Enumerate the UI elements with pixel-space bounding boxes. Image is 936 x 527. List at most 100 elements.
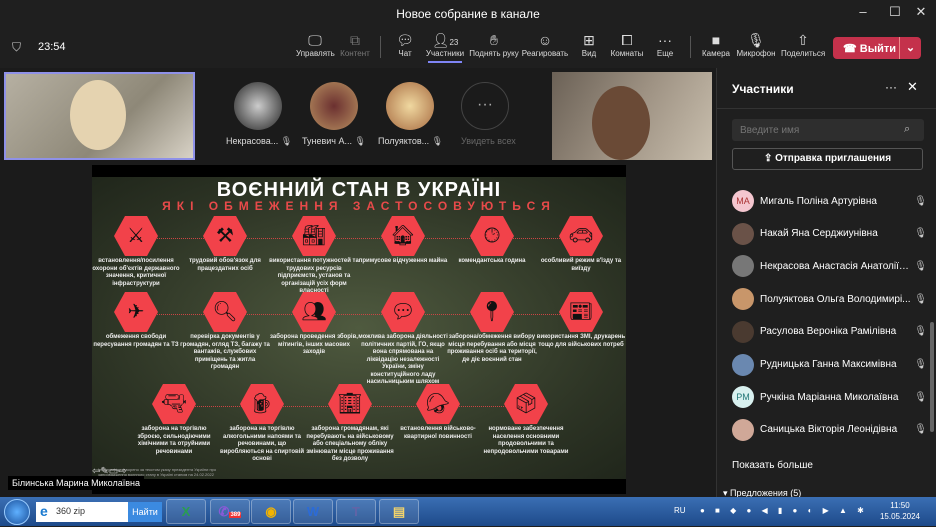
see-all-button[interactable]: ··· (461, 82, 509, 130)
mic-off-icon[interactable]: 🎙︎ (911, 359, 927, 370)
content-button[interactable]: ⧉ Контент (338, 31, 372, 58)
mic-off-icon[interactable]: 🎙︎ (911, 294, 927, 305)
react-button[interactable]: ☺ Реагировать (521, 31, 569, 58)
raise-hand-button[interactable]: ✋︎ Поднять руку (469, 31, 519, 58)
send-invite-button[interactable]: ⇪ Отправка приглашения (732, 148, 923, 170)
avatar[interactable] (310, 82, 358, 130)
grid-icon: ⊞ (583, 32, 595, 48)
restriction-icon: 🏭︎ (292, 216, 336, 256)
close-window-button[interactable]: ✕ (906, 4, 936, 20)
presenter-name: Білинська Марина Миколаївна (8, 476, 144, 490)
title-bar: Новое собрание в канале – ☐ ✕ (0, 0, 936, 28)
participant-name: Ручкіна Маріанна Миколаївна (760, 391, 899, 403)
show-more-link[interactable]: Показать больше (732, 460, 813, 471)
chrome-icon[interactable]: ◉ (251, 499, 291, 524)
restriction-icon: 🪖︎ (416, 384, 460, 424)
mic-off-icon[interactable]: 🎙︎ (911, 424, 927, 435)
mic-off-icon[interactable]: 🎙︎ (911, 228, 927, 239)
mic-off-icon[interactable]: 🎙︎ (911, 326, 927, 337)
share-label: Поделиться (781, 49, 826, 58)
mic-off-icon: 🎙︎ (431, 136, 444, 146)
gallery-person: Туневич А... 🎙︎ (302, 136, 366, 147)
manage-button[interactable]: 🖵 Управлять (296, 31, 335, 58)
participant-name: Некрасова Анастасія Анатоліївна (760, 260, 911, 272)
view-button[interactable]: ⊞ Вид (578, 31, 600, 58)
close-icon[interactable]: ✕ (907, 79, 918, 95)
restriction-item: ✈ обмеження свободи пересування громадян … (91, 292, 181, 349)
restriction-icon: 🕑︎ (470, 216, 514, 256)
clock[interactable]: 11:50 15.05.2024 (870, 500, 930, 522)
share-icon: ⇪ (763, 153, 776, 164)
mic-off-icon[interactable]: 🎙︎ (911, 392, 927, 403)
shared-content: ВОЄННИЙ СТАН В УКРАЇНІ ЯКІ ОБМЕЖЕННЯ ЗАС… (92, 165, 626, 494)
gallery-person: Некрасова... 🎙︎ (226, 136, 292, 147)
start-button[interactable] (4, 499, 30, 525)
participant-row[interactable]: Рудницька Ганна Максимівна 🎙︎ (732, 353, 927, 377)
meeting-stage: Некрасова... 🎙︎ Туневич А... 🎙︎ Полуякто… (0, 68, 716, 497)
avatar (732, 418, 754, 441)
restriction-text: використання потужностей та трудових рес… (269, 258, 359, 294)
avatar: РМ (732, 386, 754, 409)
taskbar-search[interactable]: e 360 zip (36, 502, 128, 522)
content-icon: ⧉ (350, 32, 360, 48)
infographic: ВОЄННИЙ СТАН В УКРАЇНІ ЯКІ ОБМЕЖЕННЯ ЗАС… (91, 177, 626, 482)
restriction-item: 🔫︎ заборона на торгівлю зброєю, сильнодію… (129, 384, 219, 456)
restriction-icon: 👥︎ (292, 292, 336, 332)
mic-off-icon[interactable]: 🎙︎ (911, 196, 927, 207)
find-button[interactable]: Найти (128, 502, 162, 522)
restriction-text: використання ЗМІ, друкарень тощо для вій… (536, 334, 626, 348)
participant-row[interactable]: Саницька Вікторія Леонідівна 🎙︎ (732, 418, 927, 442)
participant-row[interactable]: МА Мигаль Поліна Артурівна 🎙︎ (732, 189, 927, 213)
restriction-text: обмеження свободи пересування громадян т… (93, 334, 179, 348)
word-icon[interactable]: W (293, 499, 333, 524)
more-options-icon[interactable]: ··· (885, 80, 897, 94)
restriction-text: перевірка документів у громадян, огляд Т… (180, 334, 270, 370)
participant-name: Мигаль Поліна Артурівна (760, 195, 877, 207)
explorer-icon[interactable]: ▤ (379, 499, 419, 524)
avatar[interactable] (386, 82, 434, 130)
participants-button[interactable]: 👤︎23 Участники (424, 31, 466, 63)
leave-button[interactable]: ☎ Выйти ⌄ (833, 37, 921, 59)
language-indicator[interactable]: RU (674, 506, 686, 515)
participant-name: Саницька Вікторія Леонідівна (760, 424, 898, 436)
mic-off-icon: 🎙︎ (354, 136, 366, 146)
raise-hand-label: Поднять руку (469, 49, 519, 58)
participant-row[interactable]: РМ Ручкіна Маріанна Миколаївна 🎙︎ (732, 385, 927, 409)
restriction-icon: 💬︎ (381, 292, 425, 332)
minimize-button[interactable]: – (848, 4, 878, 19)
viber-icon[interactable]: ✆389 (210, 499, 250, 524)
see-all-label[interactable]: Увидеть всех (461, 136, 516, 146)
rooms-button[interactable]: ⧠ Комнаты (610, 31, 644, 58)
restriction-item: 🕑︎ комендантська година (447, 216, 537, 266)
participant-row[interactable]: Полуяктова Ольга Володимирі... 🎙︎ (732, 287, 927, 311)
share-icon: ⇧ (797, 32, 809, 48)
taskbar: e 360 zip Найти X ✆389 ◉ W T ▤ RU ● ■ ◆ ●… (0, 497, 936, 526)
chevron-down-icon[interactable]: ⌄ (899, 37, 921, 59)
view-label: Вид (581, 49, 597, 58)
participant-row[interactable]: Накай Яна Серджиунівна 🎙︎ (732, 222, 927, 246)
excel-icon[interactable]: X (166, 499, 206, 524)
more-button[interactable]: ··· Еще (654, 31, 676, 58)
participant-row[interactable]: Расулова Вероніка Рамілівна 🎙︎ (732, 320, 927, 344)
ellipsis-icon: ··· (477, 96, 493, 113)
camera-button[interactable]: ■ Камера (702, 31, 730, 58)
tray-icons[interactable]: ● ■ ◆ ● ◀ ▮ ● ◐ ▶ ▲ ✱ (700, 506, 868, 515)
restriction-item: 🔍︎ перевірка документів у громадян, огляд… (180, 292, 270, 372)
restriction-item: 💬︎ можлива заборона діяльності політичних… (358, 292, 448, 387)
video-tile-self[interactable] (4, 72, 195, 160)
share-button[interactable]: ⇧ Поделиться (781, 31, 825, 58)
participant-row[interactable]: Некрасова Анастасія Анатоліївна 🎙︎ (732, 254, 927, 278)
restriction-item: 📰︎ використання ЗМІ, друкарень тощо для в… (536, 292, 626, 349)
microphone-button[interactable]: 🎙︎ Микрофон (736, 31, 776, 58)
restriction-text: заборона/обмеження вибору місця перебува… (447, 334, 537, 363)
scrollbar[interactable] (930, 322, 934, 432)
restriction-item: 🏭︎ використання потужностей та трудових р… (269, 216, 359, 296)
teams-icon[interactable]: T (336, 499, 376, 524)
avatar[interactable] (234, 82, 282, 130)
participant-name: Полуяктова Ольга Володимирі... (760, 293, 911, 305)
search-input[interactable] (732, 119, 924, 141)
manage-icon: 🖵 (308, 32, 322, 48)
mic-off-icon[interactable]: 🎙︎ (911, 261, 927, 272)
chat-button[interactable]: 💬︎ Чат (392, 31, 418, 58)
video-tile[interactable] (552, 72, 712, 160)
